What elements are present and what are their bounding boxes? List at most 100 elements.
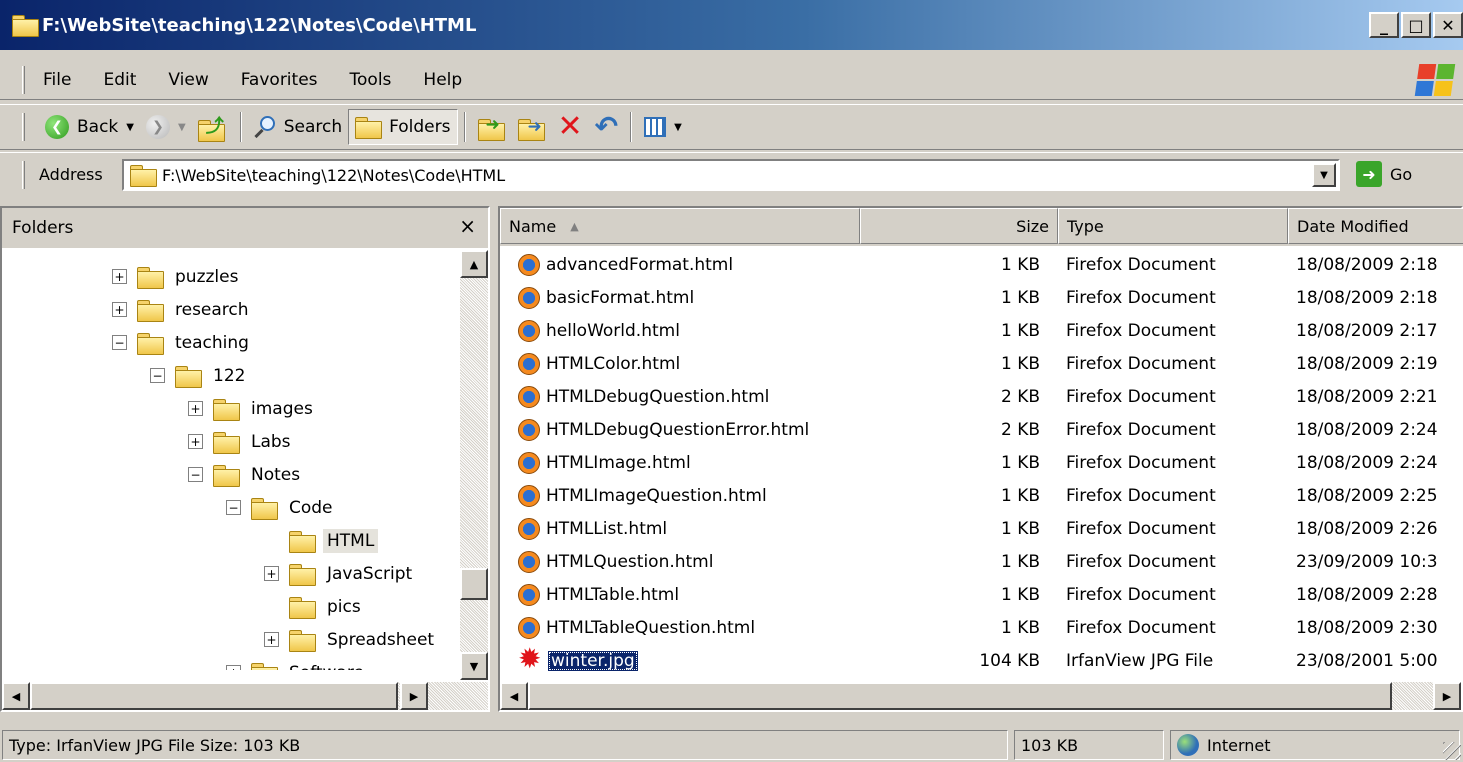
expand-icon[interactable]: +: [226, 665, 241, 670]
tree-item-pics[interactable]: pics: [289, 590, 365, 623]
scroll-right-button[interactable]: ▶: [1433, 682, 1461, 710]
file-name: winter.jpg: [548, 650, 638, 671]
file-type: Firefox Document: [1066, 419, 1216, 440]
expand-icon[interactable]: +: [264, 632, 279, 647]
tree-item-puzzles[interactable]: + puzzles: [112, 260, 242, 293]
file-row[interactable]: HTMLDebugQuestion.html 2 KB Firefox Docume…: [500, 380, 1463, 413]
views-button[interactable]: ▼: [638, 109, 688, 145]
column-size[interactable]: Size: [860, 208, 1058, 244]
internet-globe-icon: [1177, 734, 1199, 756]
file-size: 1 KB: [1000, 617, 1040, 638]
menu-tools[interactable]: Tools: [346, 68, 396, 92]
tree-item-research[interactable]: + research: [112, 293, 253, 326]
collapse-icon[interactable]: −: [150, 368, 165, 383]
file-row[interactable]: HTMLColor.html 1 KB Firefox Document 18/08/…: [500, 347, 1463, 380]
tree-label: Notes: [251, 464, 301, 485]
folders-vertical-scrollbar[interactable]: ▲ ▼: [460, 250, 488, 680]
up-button[interactable]: ⤴: [192, 109, 234, 145]
file-row[interactable]: HTMLImage.html 1 KB Firefox Document 18/08/…: [500, 446, 1463, 479]
tree-item-spreadsheet[interactable]: + Spreadsheet: [264, 623, 438, 656]
scroll-right-button[interactable]: ▶: [400, 682, 428, 710]
expand-icon[interactable]: +: [112, 302, 127, 317]
file-row[interactable]: HTMLDebugQuestionError.html 2 KB Firefox D…: [500, 413, 1463, 446]
resize-grip[interactable]: [1443, 742, 1461, 760]
scroll-left-button[interactable]: ◀: [2, 682, 30, 710]
file-row[interactable]: HTMLTable.html 1 KB Firefox Document 18/08/…: [500, 578, 1463, 611]
folder-icon: [289, 596, 316, 619]
copy-to-icon: ➜: [517, 115, 546, 141]
tree-item-software[interactable]: + Software: [226, 656, 368, 670]
tree-item-javascript[interactable]: + JavaScript: [264, 557, 416, 590]
tree-item-code[interactable]: − Code: [226, 491, 337, 524]
tree-item-labs[interactable]: + Labs: [188, 425, 295, 458]
menu-favorites[interactable]: Favorites: [237, 68, 322, 92]
maximize-button[interactable]: □: [1401, 12, 1431, 38]
file-row[interactable]: winter.jpg 104 KB IrfanView JPG File 23/08/…: [500, 644, 1463, 677]
title-bar[interactable]: F:\WebSite\teaching\122\Notes\Code\HTML …: [0, 0, 1463, 50]
folder-icon: [137, 299, 164, 322]
file-row[interactable]: basicFormat.html 1 KB Firefox Document 18/0…: [500, 281, 1463, 314]
tree-item-teaching[interactable]: − teaching: [112, 326, 253, 359]
menu-edit[interactable]: Edit: [99, 68, 140, 92]
forward-dropdown-icon[interactable]: ▼: [178, 122, 186, 133]
copy-to-button[interactable]: ➜: [512, 109, 552, 145]
scroll-thumb[interactable]: [460, 568, 488, 600]
back-dropdown-icon[interactable]: ▼: [126, 122, 134, 133]
views-dropdown-icon[interactable]: ▼: [674, 122, 682, 133]
menu-view[interactable]: View: [164, 68, 212, 92]
file-row[interactable]: HTMLTableQuestion.html 1 KB Firefox Docume…: [500, 611, 1463, 644]
folders-close-button[interactable]: ×: [459, 214, 476, 238]
forward-button[interactable]: ❯ ▼: [140, 109, 192, 145]
file-row[interactable]: helloWorld.html 1 KB Firefox Document 18/08…: [500, 314, 1463, 347]
column-date-modified[interactable]: Date Modified: [1288, 208, 1463, 244]
menu-file[interactable]: File: [39, 68, 75, 92]
address-bar: Address F:\WebSite\teaching\122\Notes\Co…: [0, 152, 1463, 196]
file-size: 104 KB: [979, 650, 1040, 671]
expand-icon[interactable]: +: [264, 566, 279, 581]
file-date-modified: 18/08/2009 2:28: [1296, 584, 1438, 605]
file-row[interactable]: HTMLImageQuestion.html 1 KB Firefox Docume…: [500, 479, 1463, 512]
delete-button[interactable]: ✕: [552, 109, 589, 145]
scroll-up-button[interactable]: ▲: [460, 250, 488, 278]
menu-help[interactable]: Help: [419, 68, 466, 92]
move-to-button[interactable]: ➜: [472, 109, 512, 145]
file-row[interactable]: HTMLList.html 1 KB Firefox Document 18/08/2…: [500, 512, 1463, 545]
file-name-cell: HTMLQuestion.html: [518, 545, 713, 578]
expand-icon[interactable]: +: [188, 401, 203, 416]
tree-item-notes[interactable]: − Notes: [188, 458, 304, 491]
collapse-icon[interactable]: −: [226, 500, 241, 515]
search-button[interactable]: Search: [248, 109, 348, 145]
folders-button[interactable]: Folders: [348, 109, 458, 145]
status-info: Type: IrfanView JPG File Size: 103 KB: [2, 730, 1008, 760]
tree-item-images[interactable]: + images: [188, 392, 317, 425]
folders-horizontal-scrollbar[interactable]: ◀ ▶: [2, 682, 488, 710]
expand-icon[interactable]: +: [188, 434, 203, 449]
scroll-thumb[interactable]: [30, 682, 398, 710]
column-type[interactable]: Type: [1058, 208, 1288, 244]
collapse-icon[interactable]: −: [112, 335, 127, 350]
expand-icon[interactable]: +: [112, 269, 127, 284]
scroll-down-button[interactable]: ▼: [460, 652, 488, 680]
file-type: Firefox Document: [1066, 584, 1216, 605]
address-dropdown-button[interactable]: ▼: [1312, 163, 1336, 187]
file-row[interactable]: advancedFormat.html 1 KB Firefox Document 1…: [500, 248, 1463, 281]
toolbar-grip[interactable]: [22, 113, 25, 141]
tree-item-122[interactable]: − 122: [150, 359, 249, 392]
back-button[interactable]: ❮ Back ▼: [39, 109, 140, 145]
folder-icon: [213, 464, 240, 487]
column-name[interactable]: Name ▲: [500, 208, 860, 244]
go-button[interactable]: ➜ Go: [1356, 161, 1412, 187]
file-date-modified: 18/08/2009 2:30: [1296, 617, 1438, 638]
close-button[interactable]: ✕: [1433, 12, 1463, 38]
collapse-icon[interactable]: −: [188, 467, 203, 482]
address-input[interactable]: F:\WebSite\teaching\122\Notes\Code\HTML …: [122, 159, 1340, 191]
tree-item-html[interactable]: HTML: [289, 524, 379, 557]
scroll-thumb[interactable]: [528, 682, 1392, 710]
undo-button[interactable]: ↶: [589, 109, 624, 145]
file-row[interactable]: HTMLQuestion.html 1 KB Firefox Document 23/…: [500, 545, 1463, 578]
files-horizontal-scrollbar[interactable]: ◀ ▶: [500, 682, 1461, 710]
menubar-grip[interactable]: [22, 65, 25, 94]
addressbar-grip[interactable]: [22, 160, 25, 189]
scroll-left-button[interactable]: ◀: [500, 682, 528, 710]
minimize-button[interactable]: _: [1369, 12, 1399, 38]
